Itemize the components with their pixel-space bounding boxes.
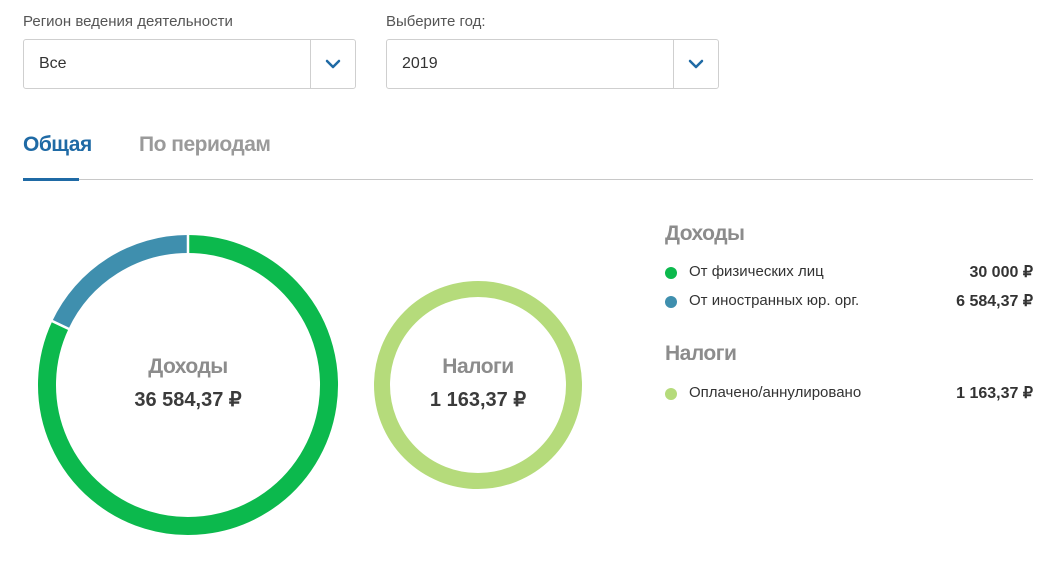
legend-item-value: 1 163,37 ₽	[956, 385, 1033, 402]
legend-dot	[665, 388, 677, 400]
legend-item: От иностранных юр. орг. 6 584,37 ₽	[665, 290, 1033, 314]
taxes-donut-center: Налоги 1 163,37 ₽	[378, 355, 578, 412]
legend-item-label: От иностранных юр. орг.	[689, 292, 860, 309]
income-donut-title: Доходы	[148, 355, 228, 378]
taxes-donut-title: Налоги	[442, 355, 514, 378]
legend-item: Оплачено/аннулировано 1 163,37 ₽	[665, 382, 1033, 406]
legend-dot	[665, 267, 677, 279]
legend-item-label: Оплачено/аннулировано	[689, 384, 862, 401]
legend-item: От физических лиц 30 000 ₽	[665, 261, 1033, 285]
legend-item-value: 30 000 ₽	[969, 264, 1033, 281]
taxes-donut-total: 1 163,37 ₽	[429, 389, 527, 411]
legend-taxes-heading: Налоги	[665, 342, 737, 365]
income-donut-segment-1[interactable]	[52, 235, 189, 329]
legend-income-heading: Доходы	[665, 222, 745, 245]
income-donut-center: Доходы 36 584,37 ₽	[88, 355, 288, 412]
income-donut-total: 36 584,37 ₽	[134, 389, 242, 411]
legend-item-value: 6 584,37 ₽	[956, 293, 1033, 310]
legend-dot	[665, 296, 677, 308]
legend-item-label: От физических лиц	[689, 263, 824, 280]
